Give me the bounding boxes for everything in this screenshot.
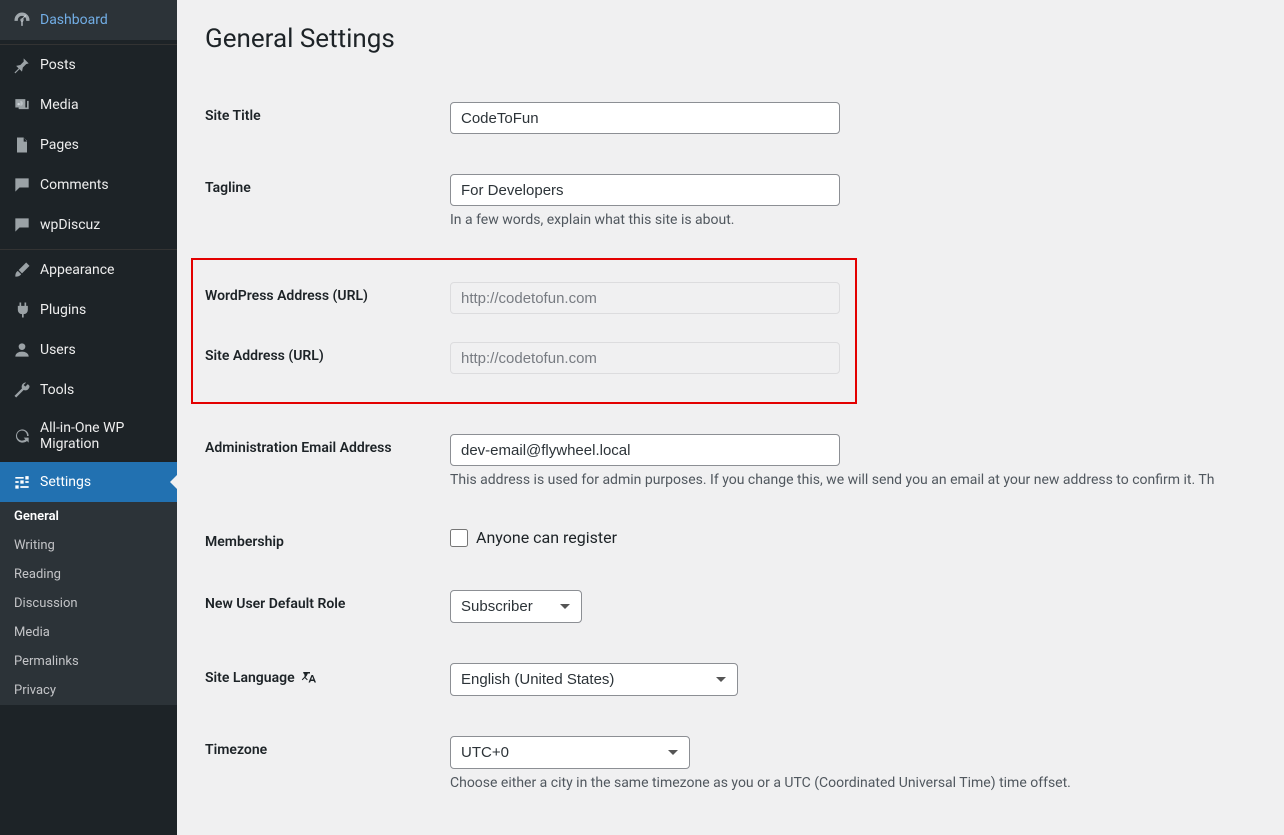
comment-icon xyxy=(12,215,32,235)
sidebar-item-wpdiscuz[interactable]: wpDiscuz xyxy=(0,205,177,245)
media-icon xyxy=(12,95,32,115)
anyone-register-label: Anyone can register xyxy=(476,528,617,547)
gauge-icon xyxy=(12,10,32,30)
user-icon xyxy=(12,340,32,360)
brush-icon xyxy=(12,260,32,280)
sidebar-item-label: Appearance xyxy=(40,262,114,278)
sidebar-item-users[interactable]: Users xyxy=(0,330,177,370)
timezone-description: Choose either a city in the same timezon… xyxy=(450,775,1256,791)
sidebar-item-posts[interactable]: Posts xyxy=(0,45,177,85)
admin-sidebar: Dashboard Posts Media Pages Comments wpD… xyxy=(0,0,177,835)
sidebar-item-label: Settings xyxy=(40,474,91,490)
default-role-select[interactable]: Subscriber xyxy=(450,590,582,623)
page-icon xyxy=(12,135,32,155)
sidebar-item-media[interactable]: Media xyxy=(0,85,177,125)
settings-form: Site Title Tagline In a few words, expla… xyxy=(205,82,1256,811)
row-wp-address: WordPress Address (URL) xyxy=(205,268,843,328)
label-default-role: New User Default Role xyxy=(205,590,450,612)
translate-icon xyxy=(301,669,319,687)
label-site-title: Site Title xyxy=(205,102,450,124)
site-title-input[interactable] xyxy=(450,102,840,134)
row-site-address: Site Address (URL) xyxy=(205,328,843,388)
sidebar-item-dashboard[interactable]: Dashboard xyxy=(0,0,177,40)
sidebar-item-label: Plugins xyxy=(40,302,86,318)
refresh-icon xyxy=(12,426,32,446)
sidebar-sub-privacy[interactable]: Privacy xyxy=(0,676,177,705)
label-membership: Membership xyxy=(205,528,450,550)
sidebar-sub-reading[interactable]: Reading xyxy=(0,560,177,589)
tagline-description: In a few words, explain what this site i… xyxy=(450,212,1256,228)
sidebar-item-label: Comments xyxy=(40,177,109,193)
page-title: General Settings xyxy=(205,24,1256,54)
sidebar-item-pages[interactable]: Pages xyxy=(0,125,177,165)
sidebar-sub-discussion[interactable]: Discussion xyxy=(0,589,177,618)
sidebar-item-label: Tools xyxy=(40,382,74,398)
sliders-icon xyxy=(12,472,32,492)
sidebar-sub-media[interactable]: Media xyxy=(0,618,177,647)
sidebar-item-comments[interactable]: Comments xyxy=(0,165,177,205)
timezone-select[interactable]: UTC+0 xyxy=(450,736,690,769)
row-timezone: Timezone UTC+0 Choose either a city in t… xyxy=(205,716,1256,811)
wp-address-input xyxy=(450,282,840,314)
row-admin-email: Administration Email Address This addres… xyxy=(205,414,1256,508)
site-language-select[interactable]: English (United States) xyxy=(450,663,738,696)
sidebar-item-label: Users xyxy=(40,342,76,358)
sidebar-item-label: Dashboard xyxy=(40,12,108,28)
sidebar-item-label: All-in-One WP Migration xyxy=(40,420,165,452)
sidebar-item-plugins[interactable]: Plugins xyxy=(0,290,177,330)
sidebar-item-label: Posts xyxy=(40,57,76,73)
label-wp-address: WordPress Address (URL) xyxy=(205,282,450,304)
sidebar-item-settings[interactable]: Settings xyxy=(0,462,177,502)
comment-icon xyxy=(12,175,32,195)
anyone-register-checkbox[interactable] xyxy=(450,529,468,547)
sidebar-item-label: wpDiscuz xyxy=(40,217,100,233)
highlighted-urls: WordPress Address (URL) Site Address (UR… xyxy=(191,258,857,404)
row-site-title: Site Title xyxy=(205,82,1256,154)
label-timezone: Timezone xyxy=(205,736,450,758)
sidebar-item-migration[interactable]: All-in-One WP Migration xyxy=(0,410,177,462)
sidebar-item-label: Media xyxy=(40,97,79,113)
plug-icon xyxy=(12,300,32,320)
row-membership: Membership Anyone can register xyxy=(205,508,1256,570)
wrench-icon xyxy=(12,380,32,400)
sidebar-sub-general[interactable]: General xyxy=(0,502,177,531)
tagline-input[interactable] xyxy=(450,174,840,206)
label-tagline: Tagline xyxy=(205,174,450,196)
sidebar-sub-writing[interactable]: Writing xyxy=(0,531,177,560)
admin-email-input[interactable] xyxy=(450,434,840,466)
sidebar-item-appearance[interactable]: Appearance xyxy=(0,250,177,290)
label-site-language: Site Language xyxy=(205,663,450,687)
row-site-language: Site Language English (United States) xyxy=(205,643,1256,716)
sidebar-item-label: Pages xyxy=(40,137,79,153)
main-content: General Settings Site Title Tagline In a… xyxy=(177,0,1284,835)
row-default-role: New User Default Role Subscriber xyxy=(205,570,1256,643)
label-admin-email: Administration Email Address xyxy=(205,434,450,456)
admin-email-description: This address is used for admin purposes.… xyxy=(450,472,1256,488)
sidebar-item-tools[interactable]: Tools xyxy=(0,370,177,410)
label-site-address: Site Address (URL) xyxy=(205,342,450,364)
sidebar-sub-permalinks[interactable]: Permalinks xyxy=(0,647,177,676)
site-address-input xyxy=(450,342,840,374)
pin-icon xyxy=(12,55,32,75)
sidebar-submenu: General Writing Reading Discussion Media… xyxy=(0,502,177,705)
row-tagline: Tagline In a few words, explain what thi… xyxy=(205,154,1256,248)
